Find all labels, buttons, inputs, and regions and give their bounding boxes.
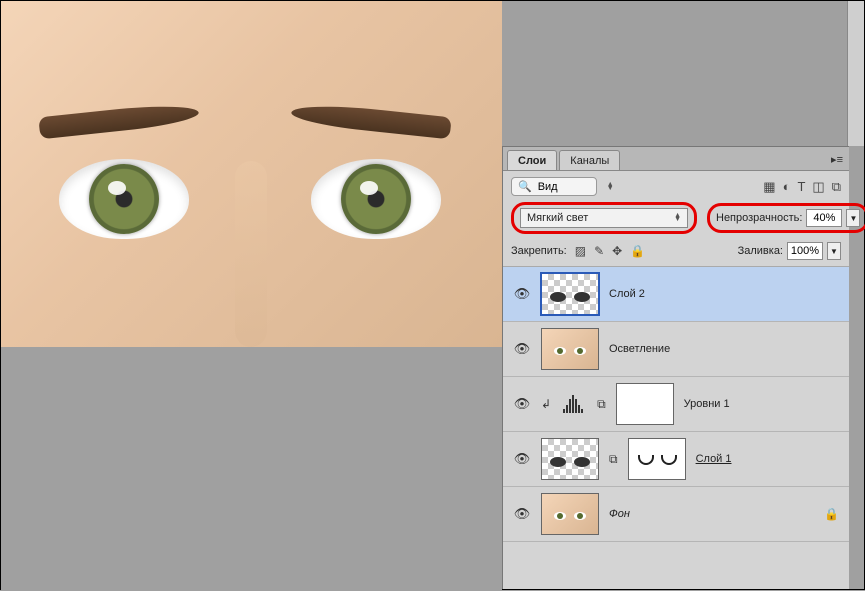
tab-channels[interactable]: Каналы xyxy=(559,150,620,170)
layer-filter-row: 🔍 ▲▼ ▦ ◐ T ◫ ⧉ xyxy=(503,171,849,200)
layers-panel: Слои Каналы ▸≡ 🔍 ▲▼ ▦ ◐ T ◫ ⧉ Мягкий све… xyxy=(502,146,849,589)
panel-tabs: Слои Каналы ▸≡ xyxy=(503,147,849,171)
lock-pixels-icon[interactable]: ✎ xyxy=(594,244,604,258)
filter-smartobject-icon[interactable]: ⧉ xyxy=(832,179,841,195)
canvas-workspace[interactable] xyxy=(1,1,502,591)
visibility-toggle[interactable]: 👁 xyxy=(513,396,531,412)
opacity-dropdown-button[interactable]: ▼ xyxy=(846,209,860,227)
blend-mode-value: Мягкий свет xyxy=(527,212,588,224)
layer-name[interactable]: Осветление xyxy=(609,343,670,355)
levels-icon xyxy=(563,395,585,413)
filter-adjustment-icon[interactable]: ◐ xyxy=(783,179,791,195)
visibility-toggle[interactable]: 👁 xyxy=(513,506,531,522)
lock-all-icon[interactable]: 🔒 xyxy=(630,244,645,258)
layer-row[interactable]: 👁 Осветление xyxy=(503,322,849,377)
document-image[interactable] xyxy=(1,1,502,347)
fill-label: Заливка: xyxy=(738,245,783,257)
layer-row[interactable]: 👁 Слой 2 xyxy=(503,267,849,322)
lock-row: Закрепить: ▨ ✎ ✥ 🔒 Заливка: ▼ xyxy=(503,240,849,267)
lock-transparency-icon[interactable]: ▨ xyxy=(575,244,586,258)
filter-pixel-icon[interactable]: ▦ xyxy=(763,179,775,195)
opacity-input[interactable] xyxy=(806,209,842,227)
layer-mask-thumbnail[interactable] xyxy=(628,438,686,480)
link-icon: ⧉ xyxy=(609,452,618,467)
lock-label: Закрепить: xyxy=(511,245,567,257)
image-content xyxy=(59,159,189,239)
search-icon: 🔍 xyxy=(518,180,532,193)
layer-name[interactable]: Слой 1 xyxy=(696,453,732,465)
fill-dropdown-button[interactable]: ▼ xyxy=(827,242,841,260)
chevron-updown-icon: ▲▼ xyxy=(604,183,614,191)
layer-thumbnail[interactable] xyxy=(541,438,599,480)
layer-thumbnail[interactable] xyxy=(541,328,599,370)
blend-mode-dropdown[interactable]: Мягкий свет ▲▼ xyxy=(520,208,688,228)
layer-filter-dropdown[interactable]: 🔍 ▲▼ xyxy=(511,177,597,196)
layer-row[interactable]: 👁 Фон 🔒 xyxy=(503,487,849,542)
lock-position-icon[interactable]: ✥ xyxy=(612,244,622,258)
blend-opacity-row: Мягкий свет ▲▼ Непрозрачность: ▼ xyxy=(503,200,849,240)
lock-icon: 🔒 xyxy=(824,507,839,521)
layer-thumbnail[interactable] xyxy=(541,273,599,315)
clip-down-icon: ↲ xyxy=(541,397,551,411)
opacity-callout: Непрозрачность: ▼ xyxy=(707,203,865,233)
opacity-label: Непрозрачность: xyxy=(716,212,802,224)
layer-mask-thumbnail[interactable] xyxy=(616,383,674,425)
visibility-toggle[interactable]: 👁 xyxy=(513,451,531,467)
layer-name[interactable]: Фон xyxy=(609,508,630,520)
image-content xyxy=(311,159,441,239)
filter-type-icon[interactable]: T xyxy=(797,179,805,195)
layer-name[interactable]: Уровни 1 xyxy=(684,398,730,410)
image-content xyxy=(290,101,451,140)
adjustment-icons: ↲ ⧉ xyxy=(541,395,606,413)
layers-list: 👁 Слой 2 👁 Осветление 👁 ↲ ⧉ Уровн xyxy=(503,267,849,589)
layer-filter-input[interactable] xyxy=(538,181,598,193)
layer-row[interactable]: 👁 ↲ ⧉ Уровни 1 xyxy=(503,377,849,432)
visibility-toggle[interactable]: 👁 xyxy=(513,341,531,357)
layer-row[interactable]: 👁 ⧉ Слой 1 xyxy=(503,432,849,487)
image-content xyxy=(38,101,199,140)
fill-input[interactable] xyxy=(787,242,823,260)
visibility-toggle[interactable]: 👁 xyxy=(513,286,531,302)
layer-thumbnail[interactable] xyxy=(541,493,599,535)
image-content xyxy=(235,161,267,347)
layer-name[interactable]: Слой 2 xyxy=(609,288,645,300)
link-icon: ⧉ xyxy=(597,397,606,412)
tab-layers[interactable]: Слои xyxy=(507,150,557,170)
chevron-updown-icon: ▲▼ xyxy=(671,214,681,222)
panel-dock-strip xyxy=(847,1,864,146)
blend-mode-callout: Мягкий свет ▲▼ xyxy=(511,202,697,234)
panel-menu-icon[interactable]: ▸≡ xyxy=(825,149,849,170)
filter-shape-icon[interactable]: ◫ xyxy=(812,179,824,195)
